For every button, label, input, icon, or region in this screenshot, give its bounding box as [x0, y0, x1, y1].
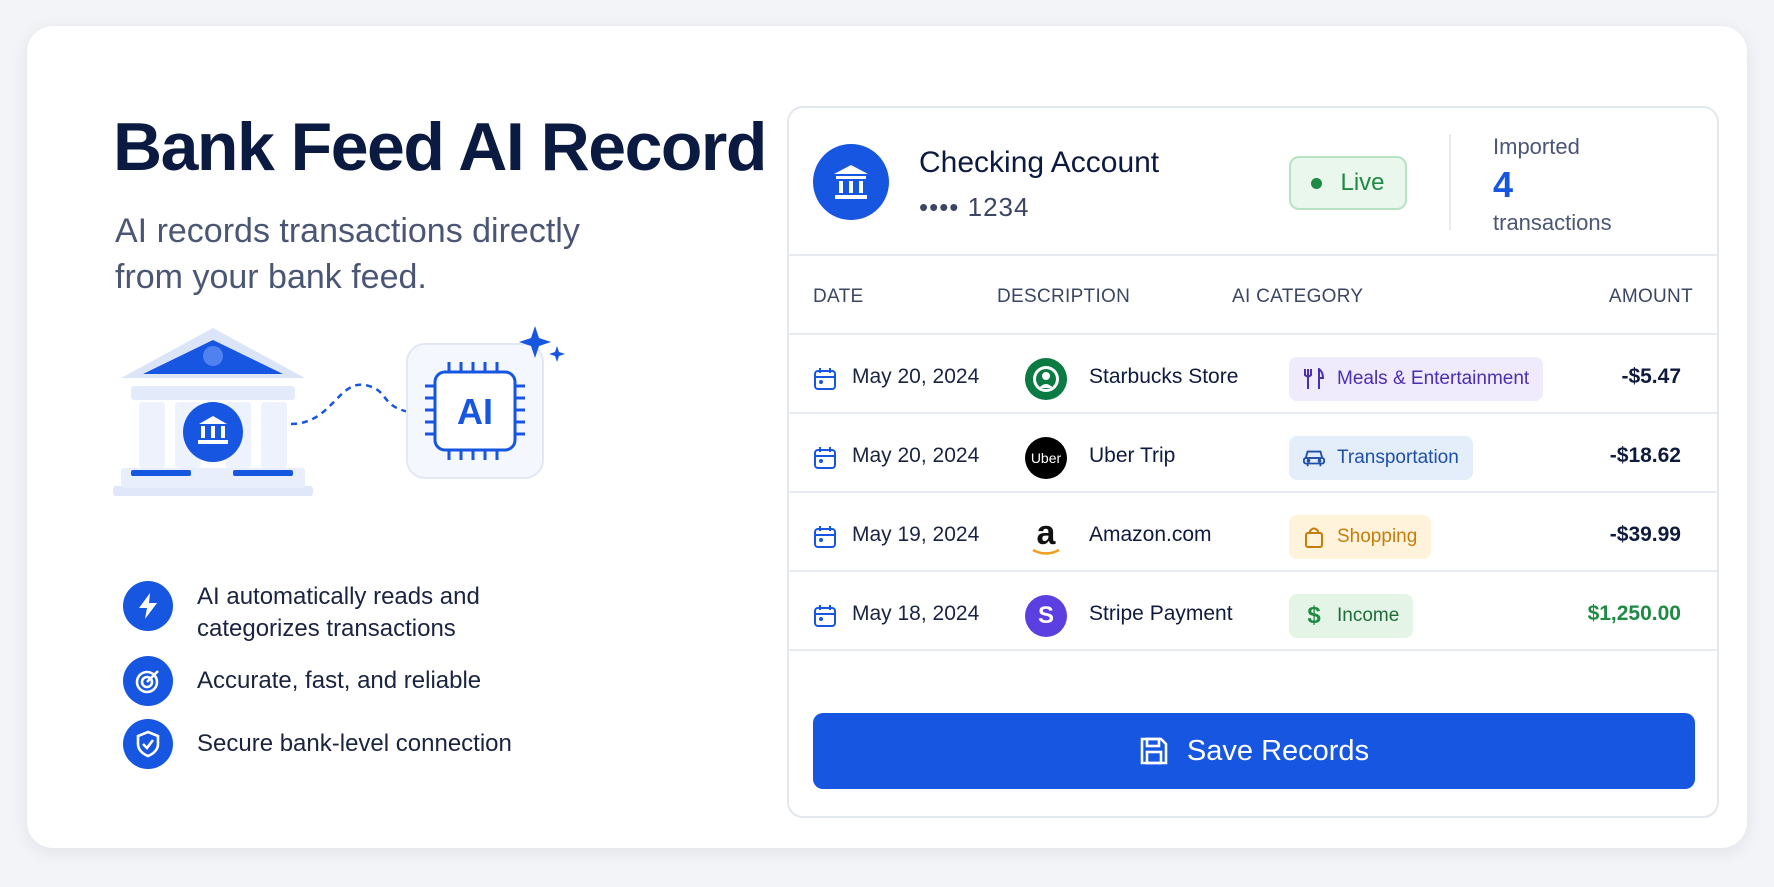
live-status-label: Live: [1340, 169, 1385, 196]
table-row[interactable]: May 19, 2024 a Amazon.com Shopping -$39.…: [789, 493, 1717, 581]
calendar-icon: [814, 526, 836, 548]
imported-unit: transactions: [1493, 210, 1612, 235]
svg-text:AI: AI: [457, 391, 493, 432]
transaction-amount: -$39.99: [1609, 523, 1681, 546]
starbucks-logo: [1025, 358, 1067, 400]
amazon-logo-text: a: [1036, 516, 1056, 552]
live-dot-icon: [1311, 177, 1323, 189]
category-label: Income: [1337, 605, 1400, 626]
utensils-icon: [1303, 368, 1325, 390]
transaction-date: May 20, 2024: [852, 444, 980, 467]
lightning-icon: [123, 581, 173, 631]
category-chip[interactable]: Shopping: [1289, 515, 1432, 559]
feature-item: Accurate, fast, and reliable: [123, 656, 557, 706]
table-row[interactable]: May 18, 2024 S Stripe Payment $ Income $…: [789, 572, 1717, 660]
ai-chip-icon: AI: [406, 343, 544, 479]
column-header-date: DATE: [813, 286, 864, 307]
transaction-date: May 20, 2024: [852, 365, 980, 388]
save-records-button[interactable]: Save Records: [813, 713, 1695, 789]
table-row[interactable]: May 20, 2024 Starbucks Store Meals & Ent…: [789, 335, 1717, 423]
feature-text: AI automatically reads and categorizes t…: [197, 583, 480, 642]
transaction-date: May 19, 2024: [852, 523, 980, 546]
calendar-icon: [814, 605, 836, 627]
bank-icon: [813, 144, 889, 220]
category-chip[interactable]: Meals & Entertainment: [1289, 357, 1544, 401]
column-header-category: AI CATEGORY: [1232, 286, 1364, 307]
transaction-amount: -$18.62: [1609, 444, 1681, 467]
imported-count: 4: [1493, 164, 1514, 205]
bank-building-icon: [113, 328, 313, 496]
feature-text: Accurate, fast, and reliable: [197, 667, 482, 694]
divider: [789, 254, 1717, 256]
dollar-icon: $: [1307, 602, 1321, 629]
category-label: Transportation: [1337, 447, 1459, 468]
account-number: •••• 1234: [919, 192, 1030, 222]
transaction-date: May 18, 2024: [852, 602, 980, 625]
stripe-logo-text: S: [1037, 602, 1054, 629]
feature-text: Secure bank-level connection: [197, 730, 512, 757]
divider: [1449, 134, 1451, 230]
category-chip[interactable]: Transportation: [1289, 436, 1473, 480]
page-subtitle: AI records transactions directly from yo…: [115, 212, 580, 296]
amazon-logo: a: [1025, 516, 1067, 558]
calendar-icon: [814, 447, 836, 469]
transaction-description: Amazon.com: [1089, 523, 1212, 546]
shield-check-icon: [123, 719, 173, 769]
transaction-amount: -$5.47: [1621, 365, 1681, 388]
shopping-bag-icon: [1303, 526, 1325, 548]
category-label: Shopping: [1337, 526, 1418, 547]
feature-item: AI automatically reads and categorizes t…: [123, 581, 557, 645]
table-row[interactable]: May 20, 2024 Uber Uber Trip Transportati…: [789, 414, 1717, 502]
page-title: Bank Feed AI Record: [113, 109, 767, 185]
divider: [789, 649, 1717, 651]
column-header-amount: AMOUNT: [1608, 286, 1693, 307]
stripe-logo: S: [1025, 595, 1067, 637]
calendar-icon: [814, 368, 836, 390]
live-status-badge: Live: [1289, 156, 1407, 210]
transaction-amount: $1,250.00: [1587, 602, 1681, 625]
car-icon: [1303, 447, 1325, 469]
category-chip[interactable]: $ Income: [1289, 594, 1414, 638]
transaction-description: Uber Trip: [1089, 444, 1176, 467]
transaction-description: Starbucks Store: [1089, 365, 1239, 388]
bank-to-ai-illustration: AI: [113, 326, 653, 556]
feature-item: Secure bank-level connection: [123, 719, 557, 769]
bank-feed-panel: Checking Account •••• 1234 Live Imported…: [787, 106, 1719, 818]
account-name: Checking Account: [919, 146, 1160, 179]
save-button-label: Save Records: [1186, 734, 1370, 767]
target-icon: [123, 656, 173, 706]
column-header-description: DESCRIPTION: [997, 286, 1131, 307]
uber-logo-text: Uber: [1030, 450, 1062, 466]
category-label: Meals & Entertainment: [1337, 368, 1530, 389]
transaction-description: Stripe Payment: [1089, 602, 1233, 625]
main-card: Bank Feed AI Record AI records transacti…: [27, 26, 1747, 848]
imported-label: Imported: [1493, 134, 1580, 159]
save-icon: [1140, 737, 1168, 765]
uber-logo: Uber: [1025, 437, 1067, 479]
